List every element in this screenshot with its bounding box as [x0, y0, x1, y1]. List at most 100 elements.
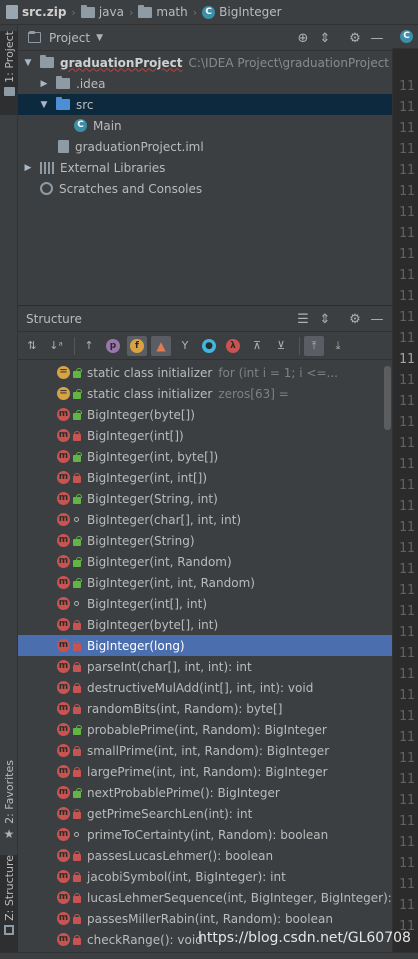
chevron-right-icon[interactable]: ▶: [38, 79, 50, 89]
package-private-icon: [74, 601, 79, 606]
chevron-down-icon[interactable]: ▼: [38, 100, 50, 110]
show-lambdas-icon[interactable]: λ: [223, 336, 243, 356]
line-number: 11: [399, 457, 415, 472]
line-number: 11: [399, 793, 415, 808]
tree-item-iml[interactable]: graduationProject.iml: [18, 136, 392, 157]
collapse-all-icon[interactable]: ⇕: [314, 27, 336, 49]
line-number: 11: [399, 625, 415, 640]
chevron-down-icon[interactable]: ▼: [96, 33, 103, 43]
breadcrumb-src-zip[interactable]: src.zip: [6, 5, 66, 19]
show-fields-icon[interactable]: f: [127, 335, 147, 356]
show-anonymous-icon[interactable]: ●: [199, 336, 219, 356]
tree-item-idea[interactable]: ▶ .idea: [18, 73, 392, 94]
group-methods-icon[interactable]: Y: [175, 336, 195, 356]
structure-item[interactable]: m getPrimeSearchLen(int): int: [18, 803, 392, 824]
private-lock-icon: [73, 766, 81, 777]
sort-by-visibility-icon[interactable]: ⇅: [22, 336, 42, 356]
show-properties-icon[interactable]: p: [103, 336, 123, 356]
autoscroll-to-source-icon[interactable]: ⤒: [304, 335, 324, 356]
show-inherited-icon[interactable]: ↑: [79, 336, 99, 356]
zip-archive-icon: [6, 5, 18, 19]
project-panel-title[interactable]: Project: [49, 31, 90, 45]
structure-item[interactable]: m jacobiSymbol(int, BigInteger): int: [18, 866, 392, 887]
line-number: 11: [399, 436, 415, 451]
tool-tab-structure[interactable]: Z: Structure: [0, 855, 18, 955]
structure-item[interactable]: m BigInteger(int, int[]): [18, 467, 392, 488]
expand-all-icon[interactable]: ⊼: [247, 336, 267, 356]
structure-item[interactable]: m parseInt(char[], int, int): int: [18, 656, 392, 677]
structure-item[interactable]: m largePrime(int, int, Random): BigInteg…: [18, 761, 392, 782]
private-lock-icon: [73, 661, 81, 672]
gear-icon[interactable]: ⚙: [344, 27, 366, 49]
tree-item-src[interactable]: ▼ src: [18, 94, 392, 115]
private-lock-icon: [73, 745, 81, 756]
public-lock-icon: [73, 577, 82, 588]
structure-item[interactable]: m BigInteger(byte[]): [18, 404, 392, 425]
structure-item[interactable]: m smallPrime(int, int, Random): BigInteg…: [18, 740, 392, 761]
line-number: 11: [399, 478, 415, 493]
navigation-bar: src.zip › java › math › C BigInteger: [0, 0, 418, 25]
structure-item[interactable]: m passesLucasLehmer(): boolean: [18, 845, 392, 866]
breadcrumb-java[interactable]: java: [80, 4, 124, 19]
chevron-down-icon[interactable]: ▼: [22, 58, 34, 68]
gear-icon[interactable]: ⚙: [344, 308, 366, 330]
tool-tab-project[interactable]: 1: Project: [0, 31, 18, 115]
locate-icon[interactable]: ⊕: [292, 27, 314, 49]
editor-tab[interactable]: C: [392, 25, 418, 49]
structure-item[interactable]: m BigInteger(String): [18, 530, 392, 551]
minimize-icon[interactable]: —: [366, 27, 388, 49]
minimize-icon[interactable]: —: [366, 308, 388, 330]
tree-item-scratches[interactable]: Scratches and Consoles: [18, 178, 392, 199]
structure-item[interactable]: m BigInteger(int[]): [18, 425, 392, 446]
structure-item[interactable]: = static class initializer for (int i = …: [18, 362, 392, 383]
structure-item[interactable]: m primeToCertainty(int, Random): boolean: [18, 824, 392, 845]
tree-item-graduation-project[interactable]: ▼ graduationProject C:\IDEA Project\grad…: [18, 52, 392, 73]
autoscroll-from-source-icon[interactable]: ⤓: [328, 336, 348, 356]
tool-tab-favorites[interactable]: 2: Favorites ★: [0, 760, 18, 850]
vertical-scrollbar[interactable]: [384, 366, 391, 430]
structure-item[interactable]: m BigInteger(char[], int, int): [18, 509, 392, 530]
private-lock-icon: [73, 850, 81, 861]
chevron-right-icon[interactable]: ▶: [22, 163, 34, 173]
structure-item[interactable]: m destructiveMulAdd(int[], int, int): vo…: [18, 677, 392, 698]
line-number: 11: [399, 499, 415, 514]
line-number: 11: [399, 310, 415, 325]
method-icon: m: [57, 492, 70, 505]
line-number: 11: [399, 814, 415, 829]
show-non-public-icon[interactable]: ▲: [151, 335, 171, 356]
folder-icon: [56, 76, 70, 89]
method-icon: m: [57, 408, 70, 421]
expand-all-icon[interactable]: ☰: [292, 308, 314, 330]
breadcrumb-biginteger[interactable]: C BigInteger: [202, 5, 282, 19]
private-lock-icon: [73, 871, 81, 882]
structure-toolbar: ⇅ ↓ᵃ ↑ p f ▲ Y ● λ ⊼ ⊻ ⤒ ⤓: [18, 332, 392, 360]
structure-item[interactable]: m BigInteger(int, byte[]): [18, 446, 392, 467]
line-number: 11: [399, 100, 415, 115]
structure-item[interactable]: m BigInteger(int, int, Random): [18, 572, 392, 593]
structure-item[interactable]: m nextProbablePrime(): BigInteger: [18, 782, 392, 803]
collapse-all-icon[interactable]: ⊻: [271, 336, 291, 356]
tree-item-main[interactable]: C Main: [18, 115, 392, 136]
library-icon: [40, 161, 54, 174]
breadcrumb-math[interactable]: math: [138, 4, 188, 19]
structure-item[interactable]: m BigInteger(int, Random): [18, 551, 392, 572]
structure-item[interactable]: m lucasLehmerSequence(int, BigInteger, B…: [18, 887, 392, 908]
method-icon: m: [57, 744, 70, 757]
structure-item[interactable]: m randomBits(int, Random): byte[]: [18, 698, 392, 719]
method-icon: m: [57, 660, 70, 673]
public-lock-icon: [73, 556, 82, 567]
structure-item[interactable]: m BigInteger(int[], int): [18, 593, 392, 614]
tree-item-external-libraries[interactable]: ▶ External Libraries: [18, 157, 392, 178]
sort-alphabetically-icon[interactable]: ↓ᵃ: [46, 336, 66, 356]
structure-item[interactable]: = static class initializer zeros[63] =: [18, 383, 392, 404]
structure-item[interactable]: m BigInteger(String, int): [18, 488, 392, 509]
structure-item[interactable]: m passesMillerRabin(int, Random): boolea…: [18, 908, 392, 929]
method-icon: m: [57, 765, 70, 778]
collapse-all-icon[interactable]: ⇕: [314, 308, 336, 330]
private-lock-icon: [73, 934, 81, 945]
structure-item[interactable]: m probablePrime(int, Random): BigInteger: [18, 719, 392, 740]
initializer-icon: =: [57, 387, 70, 400]
toolbar-separator: [74, 336, 75, 355]
structure-item[interactable]: m BigInteger(byte[], int): [18, 614, 392, 635]
structure-item-selected[interactable]: m BigInteger(long): [18, 635, 392, 656]
